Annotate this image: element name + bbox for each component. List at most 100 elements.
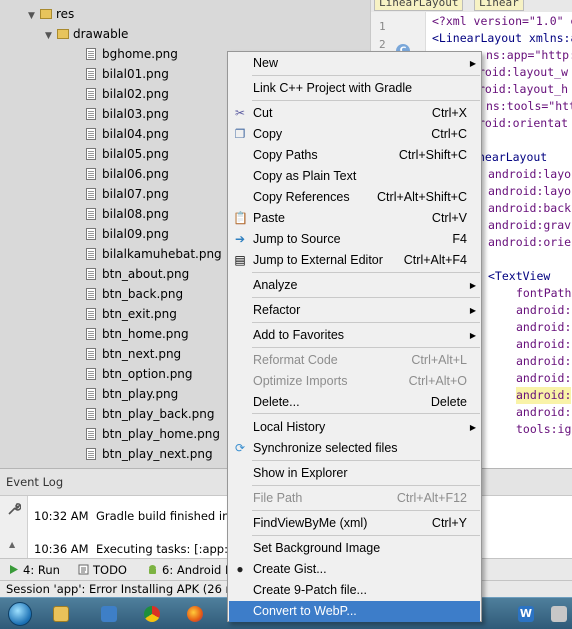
menu-item-jump-to-source[interactable]: ➔ Jump to Source F4 <box>229 229 480 250</box>
menu-item-show-in-explorer[interactable]: Show in Explorer <box>229 463 480 484</box>
tree-file-item[interactable]: bilal09.png <box>86 224 169 244</box>
code-line: <LinearLayout xmlns:a <box>432 31 572 45</box>
code-line: android:orie <box>488 235 572 249</box>
tree-file-item[interactable]: btn_exit.png <box>86 304 177 324</box>
menu-item-shortcut: Ctrl+Alt+F4 <box>403 253 467 267</box>
menu-item-label: Refactor <box>253 303 301 317</box>
image-file-icon <box>86 248 96 260</box>
menu-item-add-to-favorites[interactable]: Add to Favorites ▶ <box>229 325 480 346</box>
menu-item-copy-as-plain-text[interactable]: Copy as Plain Text <box>229 166 480 187</box>
tree-file-item[interactable]: btn_next.png <box>86 344 181 364</box>
menu-item-convert-to-webp[interactable]: Convert to WebP... <box>229 601 480 622</box>
menu-item-create-gist[interactable]: ● Create Gist... <box>229 559 480 580</box>
run-icon <box>10 565 18 574</box>
menu-item-create-9-patch-file[interactable]: Create 9-Patch file... <box>229 580 480 601</box>
menu-item-cut[interactable]: ✂ Cut Ctrl+X <box>229 103 480 124</box>
menu-item-label: Copy as Plain Text <box>253 169 357 183</box>
code-line: ns:app="http: <box>486 48 572 62</box>
tree-file-item[interactable]: btn_about.png <box>86 264 189 284</box>
tree-file-item[interactable]: bilal04.png <box>86 124 169 144</box>
tree-file-item[interactable]: bilal05.png <box>86 144 169 164</box>
event-log-toolbar: ▲ <box>0 496 28 559</box>
tree-file-item[interactable]: btn_play_home.png <box>86 424 220 444</box>
tree-file-item[interactable]: bilal08.png <box>86 204 169 224</box>
tree-file-item[interactable]: bilalkamuhebat.png <box>86 244 222 264</box>
tree-file-item[interactable]: bilal01.png <box>86 64 169 84</box>
code-line: android:back <box>488 201 572 215</box>
menu-item-delete[interactable]: Delete... Delete <box>229 392 480 413</box>
menu-item-label: Set Background Image <box>253 541 381 555</box>
tree-file-item[interactable]: btn_option.png <box>86 364 193 384</box>
tree-folder-drawable[interactable]: ▼ drawable <box>45 24 128 44</box>
line-number: 2 <box>379 38 386 51</box>
taskbar-firefox[interactable] <box>176 601 214 627</box>
collapse-arrow-icon[interactable]: ▼ <box>45 26 57 46</box>
menu-item-optimize-imports[interactable]: Optimize Imports Ctrl+Alt+O <box>229 371 480 392</box>
menu-item-analyze[interactable]: Analyze ▶ <box>229 275 480 296</box>
tree-file-item[interactable]: btn_back.png <box>86 284 183 304</box>
tree-file-item[interactable]: bilal03.png <box>86 104 169 124</box>
image-file-icon <box>86 148 96 160</box>
tree-file-item[interactable]: bilal07.png <box>86 184 169 204</box>
code-line: android: <box>516 387 572 404</box>
image-file-icon <box>86 408 96 420</box>
taskbar-chrome[interactable] <box>133 601 171 627</box>
menu-item-new[interactable]: New ▶ <box>229 53 480 74</box>
editor-tab[interactable]: LinearLayout <box>374 0 464 11</box>
menu-item-file-path[interactable]: File Path Ctrl+Alt+F12 <box>229 488 480 509</box>
todo-tool-button[interactable]: TODO <box>78 562 127 578</box>
android-monitor-tool-button[interactable]: 6: Android M <box>147 562 235 578</box>
menu-item-label: Link C++ Project with Gradle <box>253 81 413 95</box>
menu-item-copy-paths[interactable]: Copy Paths Ctrl+Shift+C <box>229 145 480 166</box>
menu-item-jump-to-external-editor[interactable]: ▤ Jump to External Editor Ctrl+Alt+F4 <box>229 250 480 271</box>
menu-separator <box>252 535 480 536</box>
editor-tab[interactable]: Linear <box>474 0 524 11</box>
code-line: android: <box>516 405 572 419</box>
tree-file-item[interactable]: btn_play_next.png <box>86 444 213 464</box>
menu-item-label: Show in Explorer <box>253 466 348 480</box>
menu-item-synchronize-selected-files[interactable]: ⟳ Synchronize selected files <box>229 438 480 459</box>
tree-file-item[interactable]: btn_play_back.png <box>86 404 215 424</box>
menu-item-paste[interactable]: 📋 Paste Ctrl+V <box>229 208 480 229</box>
image-file-icon <box>86 88 96 100</box>
image-file-icon <box>86 128 96 140</box>
taskbar-media-player[interactable] <box>90 601 128 627</box>
menu-item-shortcut: Ctrl+Alt+L <box>411 353 467 367</box>
tree-folder-res[interactable]: ▼ res <box>28 4 74 24</box>
todo-icon <box>78 564 89 575</box>
tree-file-item[interactable]: bilal02.png <box>86 84 169 104</box>
taskbar-word[interactable]: W <box>507 601 545 627</box>
image-file-icon <box>86 288 96 300</box>
menu-item-label: Convert to WebP... <box>253 604 357 618</box>
menu-item-copy-references[interactable]: Copy References Ctrl+Alt+Shift+C <box>229 187 480 208</box>
menu-item-shortcut: Ctrl+Y <box>431 516 467 530</box>
menu-item-findviewbyme-xml[interactable]: FindViewByMe (xml) Ctrl+Y <box>229 513 480 534</box>
line-number: 1 <box>379 20 386 33</box>
menu-item-copy[interactable]: ❐ Copy Ctrl+C <box>229 124 480 145</box>
code-line: fontPath <box>516 286 572 300</box>
expand-arrows-icon[interactable]: ▲ <box>9 540 15 549</box>
image-file-icon <box>86 48 96 60</box>
image-file-icon <box>86 348 96 360</box>
run-tool-button[interactable]: 4: Run <box>8 562 60 578</box>
image-file-icon <box>86 448 96 460</box>
menu-item-set-background-image[interactable]: Set Background Image <box>229 538 480 559</box>
tree-file-item[interactable]: bghome.png <box>86 44 178 64</box>
tree-file-item[interactable]: btn_home.png <box>86 324 189 344</box>
taskbar-explorer[interactable] <box>42 601 80 627</box>
menu-separator <box>252 297 480 298</box>
taskbar-app[interactable] <box>545 601 572 627</box>
menu-item-local-history[interactable]: Local History ▶ <box>229 417 480 438</box>
menu-item-label: Copy References <box>253 190 350 204</box>
menu-item-shortcut: Ctrl+Alt+F12 <box>396 491 467 505</box>
tree-file-item[interactable]: bilal06.png <box>86 164 169 184</box>
start-button[interactable] <box>2 598 38 629</box>
image-file-icon <box>86 188 96 200</box>
menu-item-link-c-project-with-gradle[interactable]: Link C++ Project with Gradle <box>229 78 480 99</box>
menu-item-reformat-code[interactable]: Reformat Code Ctrl+Alt+L <box>229 350 480 371</box>
submenu-arrow-icon: ▶ <box>469 306 476 315</box>
settings-wrench-icon[interactable] <box>7 502 22 516</box>
collapse-arrow-icon[interactable]: ▼ <box>28 6 40 26</box>
tree-file-item[interactable]: btn_play.png <box>86 384 178 404</box>
menu-item-refactor[interactable]: Refactor ▶ <box>229 300 480 321</box>
